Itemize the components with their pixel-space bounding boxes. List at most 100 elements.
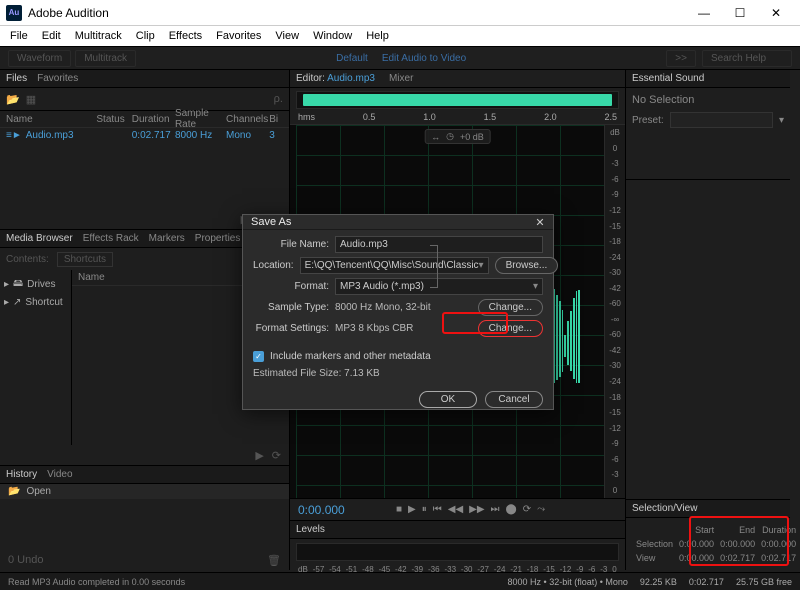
ruler-tick: 1.0 (423, 112, 436, 122)
maximize-button[interactable]: ☐ (722, 1, 758, 25)
hud-gain[interactable]: +0 dB (460, 132, 484, 142)
menu-view[interactable]: View (269, 28, 305, 44)
workspace-editaudio[interactable]: Edit Audio to Video (382, 53, 466, 64)
tab-markers[interactable]: Markers (149, 233, 185, 244)
sel-start[interactable]: 0:00.000 (677, 538, 716, 550)
change-formatsettings-button[interactable]: Change... (478, 320, 543, 337)
mode-multitrack[interactable]: Multitrack (75, 50, 136, 67)
dialog-titlebar[interactable]: Save As ✕ (243, 215, 553, 230)
include-metadata-checkbox[interactable]: ✓ (253, 351, 264, 362)
tab-editor[interactable]: Editor: Audio.mp3 (296, 73, 375, 84)
tab-media-browser[interactable]: Media Browser (6, 233, 73, 244)
col-duration[interactable]: Duration (132, 114, 175, 125)
history-label: Open (26, 486, 50, 497)
workspace-more[interactable]: >> (666, 50, 696, 67)
history-row-open[interactable]: 📂 Open (0, 484, 289, 499)
levels-tab[interactable]: Levels (290, 521, 625, 539)
minimize-button[interactable]: — (686, 1, 722, 25)
selection-view-panel: Selection/View StartEndDuration Selectio… (626, 499, 790, 570)
rewind-icon[interactable]: ◀◀ (448, 504, 463, 515)
preset-menu-icon[interactable]: ▾ (779, 115, 784, 126)
preset-label: Preset: (632, 115, 664, 126)
sel-tab[interactable]: Selection/View (626, 500, 790, 518)
media-col-name[interactable]: Name (78, 272, 245, 283)
sel-dur[interactable]: 0:00.000 (759, 538, 798, 550)
search-help-input[interactable]: Search Help (702, 50, 792, 67)
tab-history[interactable]: History (6, 469, 37, 480)
location-select[interactable]: E:\QQ\Tencent\QQ\Misc\Sound\Classic▾ (300, 257, 489, 274)
sel-end[interactable]: 0:00.000 (718, 538, 757, 550)
menu-clip[interactable]: Clip (130, 28, 161, 44)
tab-video[interactable]: Video (47, 469, 72, 480)
file-row[interactable]: ≡►Audio.mp3 0:02.717 8000 Hz Mono 3 (0, 128, 289, 143)
playhead-time[interactable]: 0:00.000 (298, 503, 388, 517)
tab-files[interactable]: Files (6, 73, 27, 84)
tree-drives[interactable]: ▸🖴Drives (4, 274, 67, 295)
close-button[interactable]: ✕ (758, 1, 794, 25)
files-columns: Name Status Duration Sample Rate Channel… (0, 110, 289, 128)
skip-fwd-icon[interactable]: ⏭ (491, 504, 500, 515)
ok-button[interactable]: OK (419, 391, 477, 408)
tab-favorites[interactable]: Favorites (37, 73, 78, 84)
loop-icon[interactable]: ⟳ (523, 504, 531, 515)
pause-icon[interactable]: ⏸ (422, 504, 427, 515)
col-name[interactable]: Name (6, 114, 96, 125)
format-select[interactable]: MP3 Audio (*.mp3)▾ (335, 278, 543, 295)
change-sampletype-button[interactable]: Change... (478, 299, 543, 316)
menu-edit[interactable]: Edit (36, 28, 67, 44)
tab-effects-rack[interactable]: Effects Rack (83, 233, 139, 244)
ruler-tick: 2.0 (544, 112, 557, 122)
browse-button[interactable]: Browse... (495, 257, 559, 274)
skip-sel-icon[interactable]: ⤳ (537, 504, 545, 515)
cancel-button[interactable]: Cancel (485, 391, 543, 408)
col-samplerate[interactable]: Sample Rate (175, 108, 226, 130)
view-end[interactable]: 0:02.717 (718, 552, 757, 564)
tab-mixer[interactable]: Mixer (389, 73, 413, 84)
dialog-close-icon[interactable]: ✕ (533, 215, 547, 229)
col-bit[interactable]: Bi (269, 114, 283, 125)
media-contents-select[interactable]: Shortcuts (57, 252, 113, 267)
media-play-icon[interactable]: ▶ (255, 449, 263, 462)
play-icon[interactable]: ▶ (408, 504, 416, 515)
menu-window[interactable]: Window (307, 28, 358, 44)
col-status[interactable]: Status (96, 114, 131, 125)
trash-icon[interactable]: 🗑 (267, 554, 281, 567)
time-ruler[interactable]: hms 0.5 1.0 1.5 2.0 2.5 (290, 109, 625, 125)
col-channels[interactable]: Channels (226, 114, 269, 125)
files-panel: Files Favorites 📂 ▦ ρ. Name Status Durat… (0, 70, 289, 230)
filename-input[interactable] (335, 236, 543, 253)
ruler-tick: 1.5 (484, 112, 497, 122)
record-icon[interactable]: ⬤ (506, 504, 517, 515)
levels-meter[interactable] (296, 543, 619, 561)
stop-icon[interactable]: ■ (396, 504, 402, 515)
db-scale: dB0-3-6-9-12-15-18-24-30-42-60-∞-60-42-3… (605, 125, 625, 498)
menu-effects[interactable]: Effects (163, 28, 208, 44)
tree-shortcut[interactable]: ▸↗Shortcut (4, 295, 67, 310)
view-start[interactable]: 0:00.000 (677, 552, 716, 564)
workspace-default[interactable]: Default (336, 53, 368, 64)
menu-file[interactable]: File (4, 28, 34, 44)
media-tree: ▸🖴Drives ▸↗Shortcut (0, 270, 72, 445)
files-new-icon[interactable]: ▦ (26, 93, 36, 106)
overview-waveform[interactable] (296, 91, 619, 109)
media-loop-icon[interactable]: ⟳ (272, 449, 281, 462)
menu-multitrack[interactable]: Multitrack (69, 28, 128, 44)
view-dur[interactable]: 0:02.717 (759, 552, 798, 564)
menu-favorites[interactable]: Favorites (210, 28, 267, 44)
files-filter-icon[interactable]: ρ. (274, 93, 283, 105)
sel-table: StartEndDuration Selection0:00.0000:00.0… (632, 522, 800, 566)
menu-help[interactable]: Help (360, 28, 395, 44)
hud-pan-icon[interactable]: ↔ (431, 132, 440, 142)
forward-icon[interactable]: ▶▶ (469, 504, 484, 515)
files-open-icon[interactable]: 📂 (6, 93, 20, 106)
sel-h-end: End (718, 524, 757, 536)
skip-back-icon[interactable]: ⏮ (433, 504, 442, 515)
ess-tab[interactable]: Essential Sound (626, 70, 790, 88)
mode-waveform[interactable]: Waveform (8, 50, 71, 67)
preset-select[interactable] (670, 112, 773, 128)
tab-properties[interactable]: Properties (195, 233, 241, 244)
history-tabs: History Video (0, 466, 289, 484)
chevron-right-icon: ▸ (4, 297, 9, 308)
hud-controls[interactable]: ↔ ◷ +0 dB (424, 129, 491, 144)
hud-clock-icon[interactable]: ◷ (446, 131, 454, 142)
